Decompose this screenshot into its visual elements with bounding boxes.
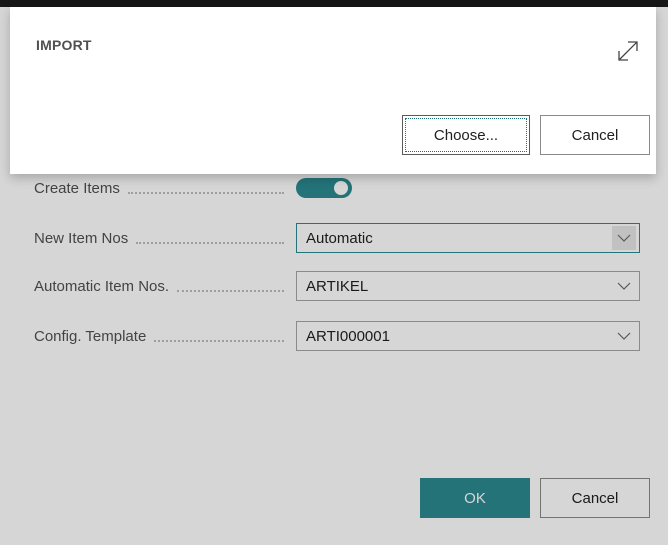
new-item-nos-label: New Item Nos bbox=[34, 230, 296, 247]
expand-icon[interactable] bbox=[616, 39, 640, 63]
config-template-label: Config. Template bbox=[34, 328, 296, 345]
new-item-nos-value: Automatic bbox=[306, 229, 373, 247]
label-leader-dots bbox=[154, 339, 284, 342]
config-template-value: ARTI000001 bbox=[306, 327, 390, 345]
create-items-row: Create Items bbox=[34, 173, 352, 203]
label-leader-dots bbox=[136, 241, 284, 244]
config-template-row: Config. Template ARTI000001 bbox=[34, 321, 640, 351]
chevron-down-icon[interactable] bbox=[612, 226, 636, 250]
import-dialog-title: IMPORT bbox=[36, 37, 92, 53]
label-leader-dots bbox=[127, 191, 284, 194]
new-item-nos-row: New Item Nos Automatic bbox=[34, 223, 640, 253]
top-strip bbox=[0, 0, 668, 7]
settings-cancel-button[interactable]: Cancel bbox=[540, 478, 650, 518]
new-item-nos-select[interactable]: Automatic bbox=[296, 223, 640, 253]
import-cancel-button[interactable]: Cancel bbox=[540, 115, 650, 155]
ok-button[interactable]: OK bbox=[420, 478, 530, 518]
toggle-knob bbox=[334, 181, 348, 195]
import-dialog: IMPORT Choose... Cancel bbox=[10, 7, 656, 174]
chevron-down-icon[interactable] bbox=[610, 322, 638, 350]
automatic-item-nos-row: Automatic Item Nos. ARTIKEL bbox=[34, 271, 640, 301]
automatic-item-nos-value: ARTIKEL bbox=[306, 277, 369, 295]
focus-ring bbox=[405, 118, 527, 152]
automatic-item-nos-select[interactable]: ARTIKEL bbox=[296, 271, 640, 301]
chevron-down-icon[interactable] bbox=[610, 272, 638, 300]
label-leader-dots bbox=[177, 289, 284, 292]
config-template-select[interactable]: ARTI000001 bbox=[296, 321, 640, 351]
create-items-toggle[interactable] bbox=[296, 178, 352, 198]
choose-button[interactable]: Choose... bbox=[402, 115, 530, 155]
create-items-label: Create Items bbox=[34, 180, 296, 197]
automatic-item-nos-label: Automatic Item Nos. bbox=[34, 278, 296, 295]
